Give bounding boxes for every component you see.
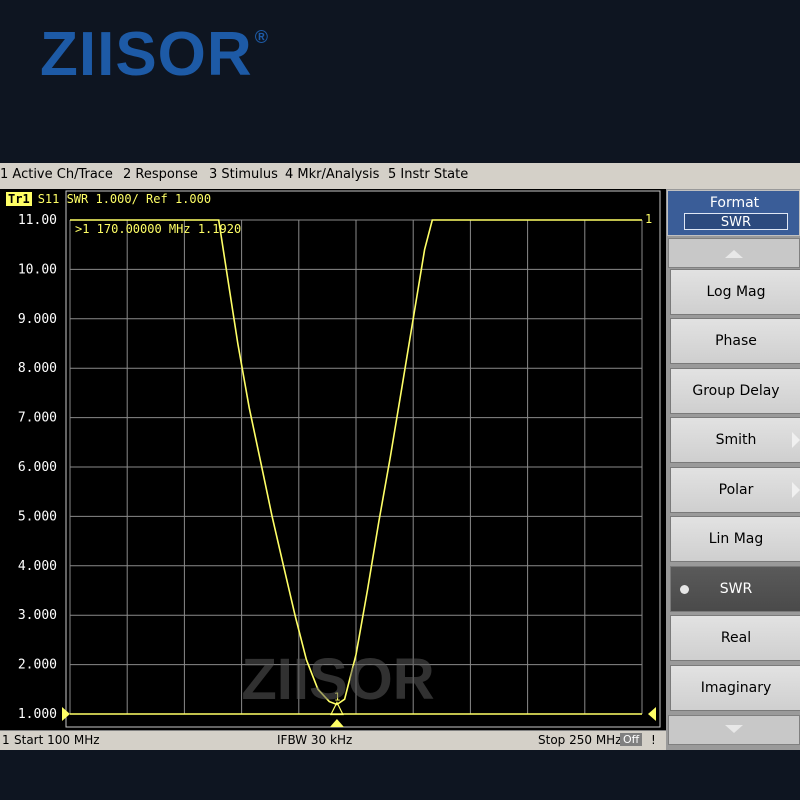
softkey-label: Smith <box>715 432 757 448</box>
y-tick-label: 6.000 <box>18 460 57 475</box>
trace-header: Tr1 S11 SWR 1.000/ Ref 1.000 <box>0 192 211 208</box>
menu-stimulus[interactable]: 3 Stimulus <box>209 167 278 182</box>
trace-header-text: S11 SWR 1.000/ Ref 1.000 <box>37 192 212 206</box>
softkey-group-delay[interactable]: Group Delay <box>670 368 800 414</box>
status-off-badge: Off <box>620 733 643 746</box>
status-ifbw: IFBW 30 kHz <box>277 733 353 747</box>
marker-readout: >1 170.00000 MHz 1.1920 <box>75 222 241 236</box>
status-start: Start 100 MHz <box>14 733 100 747</box>
menu-active-ch-trace[interactable]: 1 Active Ch/Trace <box>0 167 113 182</box>
y-tick-label: 5.000 <box>18 509 57 524</box>
ref-arrow-right-icon <box>648 707 656 721</box>
status-bar: 1 Start 100 MHz IFBW 30 kHz Stop 250 MHz… <box>0 730 666 751</box>
softkey-label: Real <box>720 630 752 646</box>
brand-logo: ZIISOR ® <box>40 24 269 86</box>
submenu-arrow-icon <box>792 432 800 448</box>
softkey-label: Imaginary <box>700 680 772 696</box>
softkey-polar[interactable]: Polar <box>670 467 800 513</box>
swr-chart[interactable]: 11.00 10.00 9.000 8.000 7.000 6.000 5.000 4.000… <box>0 189 666 730</box>
chevron-up-icon <box>725 250 743 258</box>
softkey-label: Log Mag <box>706 284 766 300</box>
registered-mark: ® <box>254 27 269 47</box>
softkey-label: Phase <box>715 333 757 349</box>
softkey-label: SWR <box>719 581 753 597</box>
submenu-arrow-icon <box>792 482 800 498</box>
watermark: ZIISOR <box>241 647 434 712</box>
softkey-lin-mag[interactable]: Lin Mag <box>670 516 800 562</box>
format-header: Format SWR <box>667 190 800 236</box>
menu-bar: 1 Active Ch/Trace 2 Response 3 Stimulus … <box>0 163 800 190</box>
y-tick-label: 11.00 <box>18 213 57 228</box>
logo-text: ZIISOR <box>40 20 253 89</box>
chart-area[interactable]: 11.00 10.00 9.000 8.000 7.000 6.000 5.000 4.000… <box>0 189 666 730</box>
y-tick-label: 1.000 <box>18 707 57 722</box>
status-stop: Stop 250 MHz <box>538 733 622 747</box>
y-tick-label: 10.00 <box>18 262 57 277</box>
trace-end-label: 1 <box>645 212 652 226</box>
chevron-down-icon <box>725 725 743 733</box>
y-tick-label: 7.000 <box>18 411 57 426</box>
y-tick-label: 2.000 <box>18 658 57 673</box>
status-channel: 1 <box>2 733 10 747</box>
menu-instr-state[interactable]: 5 Instr State <box>388 167 468 182</box>
softkey-smith[interactable]: Smith <box>670 417 800 463</box>
format-title: Format <box>709 195 760 211</box>
softkey-label: Lin Mag <box>708 531 764 547</box>
y-tick-label: 4.000 <box>18 559 57 574</box>
bottom-strip <box>0 750 800 800</box>
brand-banner: ZIISOR ® <box>0 0 800 163</box>
softkey-label: Group Delay <box>692 383 780 399</box>
trace-badge[interactable]: Tr1 <box>6 192 32 206</box>
y-tick-label: 8.000 <box>18 361 57 376</box>
format-current-value: SWR <box>684 213 788 230</box>
softkey-phase[interactable]: Phase <box>670 318 800 364</box>
softkey-scroll-down-button[interactable] <box>668 715 800 745</box>
softkey-scroll-up-button[interactable] <box>668 238 800 268</box>
y-tick-label: 3.000 <box>18 608 57 623</box>
softkey-real[interactable]: Real <box>670 615 800 661</box>
menu-mkr-analysis[interactable]: 4 Mkr/Analysis <box>285 167 379 182</box>
softkey-imaginary[interactable]: Imaginary <box>670 665 800 711</box>
y-tick-label: 9.000 <box>18 312 57 327</box>
stimulus-marker-icon <box>329 719 344 727</box>
softkey-label: Polar <box>718 482 754 498</box>
softkey-log-mag[interactable]: Log Mag <box>670 269 800 315</box>
menu-response[interactable]: 2 Response <box>123 167 198 182</box>
softkey-swr[interactable]: SWR <box>670 566 800 612</box>
status-alert: ! <box>651 733 656 747</box>
